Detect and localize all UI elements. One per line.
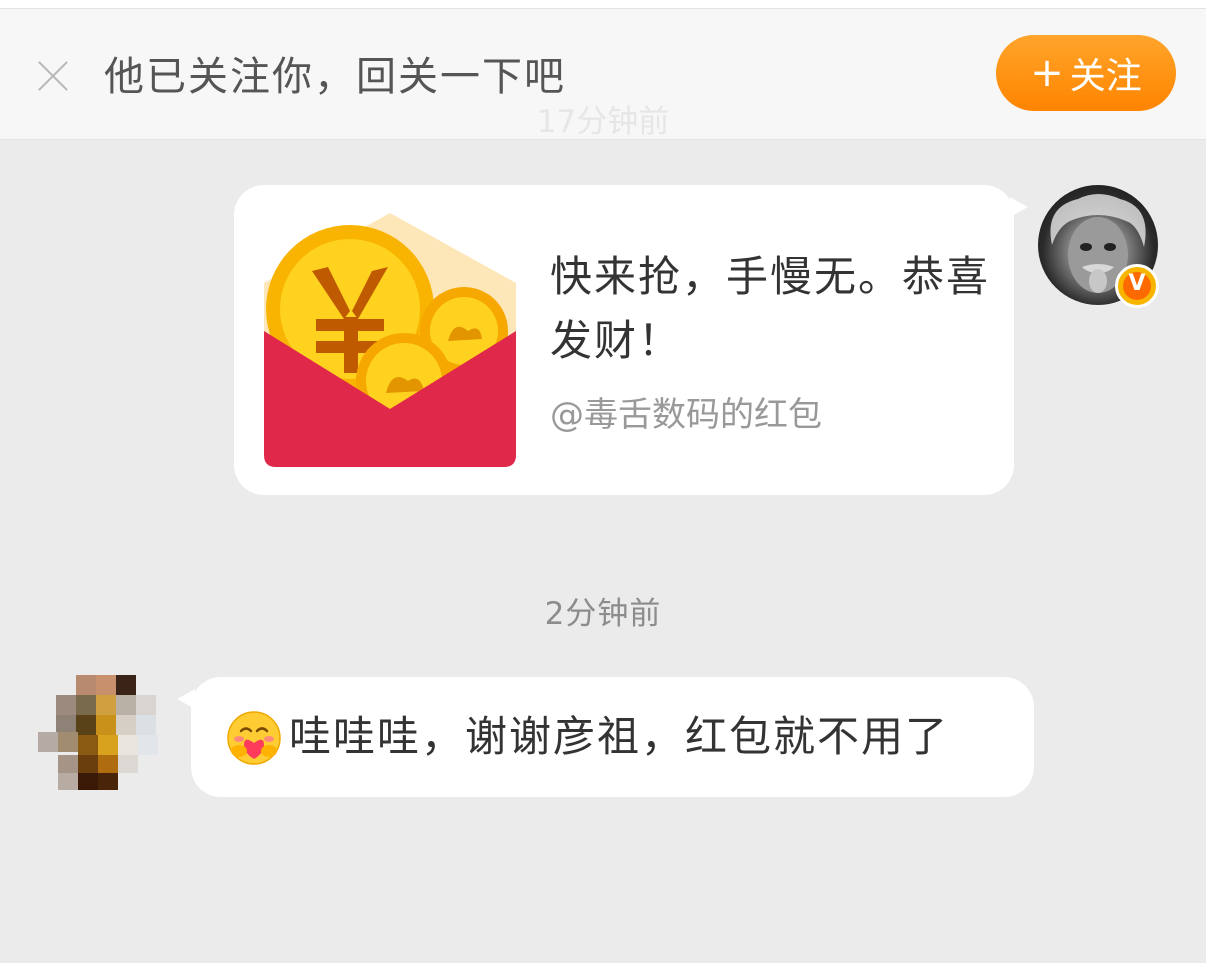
timestamp-faded: 17分钟前: [536, 104, 670, 140]
red-packet-sender: @毒舌数码的红包: [550, 395, 822, 435]
red-packet-title: 快来抢，手慢无。恭喜发财！: [550, 252, 991, 365]
reply-text: 哇哇哇，谢谢彦祖，红包就不用了: [289, 712, 950, 761]
red-envelope-icon: [264, 213, 516, 467]
follow-button-label: 关注: [1069, 56, 1142, 97]
verified-badge-icon: V: [1115, 264, 1159, 308]
reply-message[interactable]: 哇哇哇，谢谢彦祖，红包就不用了: [177, 677, 1034, 797]
hugging-face-emoji: [227, 711, 281, 765]
status-strip: [0, 0, 1206, 9]
follow-prompt-bar: 他已关注你，回关一下吧 + 关注 17分钟前: [0, 9, 1206, 140]
close-icon[interactable]: [32, 55, 74, 97]
timestamp: 2分钟前: [544, 596, 662, 632]
avatar[interactable]: [38, 675, 168, 790]
plus-icon: +: [1030, 50, 1064, 96]
red-packet-message[interactable]: 快来抢，手慢无。恭喜发财！ @毒舌数码的红包: [234, 185, 1028, 495]
